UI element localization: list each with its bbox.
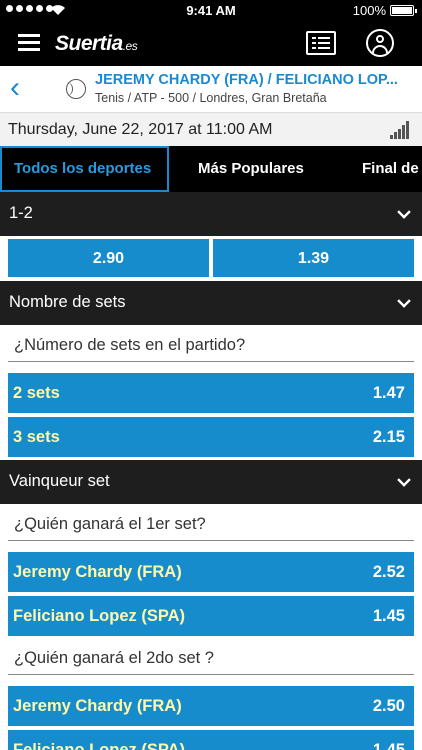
selection-button[interactable]: Feliciano Lopez (SPA) 1.45 <box>8 730 414 750</box>
odd-button-away[interactable]: 1.39 <box>213 239 414 277</box>
selection-odd: 1.45 <box>372 607 405 625</box>
odd-button-home[interactable]: 2.90 <box>8 239 209 277</box>
odd-value: 1.39 <box>297 250 330 267</box>
question-text: ¿Quién ganará el 2do set ? <box>14 649 214 667</box>
market-title: 1-2 <box>9 204 33 222</box>
tab-final-de[interactable]: Final de <box>362 146 419 192</box>
stats-bars-icon[interactable] <box>390 121 410 139</box>
question-text: ¿Quién ganará el 1er set? <box>14 515 206 533</box>
selection-name: Jeremy Chardy (FRA) <box>13 563 182 581</box>
status-bar: 9:41 AM 100% <box>0 0 422 22</box>
selection-odd: 1.47 <box>372 384 405 402</box>
odd-value: 2.90 <box>92 250 125 267</box>
selection-name: Feliciano Lopez (SPA) <box>13 607 186 625</box>
market-question: ¿Número de sets en el partido? <box>8 328 414 362</box>
back-arrow-icon[interactable]: ‹ <box>10 73 34 103</box>
chevron-down-icon <box>397 294 411 308</box>
menu-icon[interactable] <box>18 34 40 52</box>
tennis-ball-icon <box>66 79 86 99</box>
selection-button[interactable]: 3 sets 2.15 <box>8 417 414 457</box>
battery-icon <box>390 5 417 16</box>
market-question: ¿Quién ganará el 2do set ? <box>8 641 414 675</box>
chevron-down-icon <box>397 205 411 219</box>
market-header-nombre-de-sets[interactable]: Nombre de sets <box>0 281 422 325</box>
app-header: Suertia.es <box>0 22 422 66</box>
question-text: ¿Número de sets en el partido? <box>14 336 246 354</box>
bet-slip-icon[interactable] <box>306 31 336 55</box>
event-header: ‹ JEREMY CHARDY (FRA) / FELICIANO LOP...… <box>0 66 422 112</box>
selection-name: 3 sets <box>13 428 60 446</box>
selection-odd: 2.52 <box>372 563 405 581</box>
selection-odd: 2.50 <box>372 697 405 715</box>
event-date-row: Thursday, June 22, 2017 at 11:00 AM <box>0 112 422 146</box>
market-title: Nombre de sets <box>9 293 126 311</box>
logo[interactable]: Suertia.es <box>55 32 138 56</box>
market-header-vainqueur-set[interactable]: Vainqueur set <box>0 460 422 504</box>
selection-name: Feliciano Lopez (SPA) <box>13 741 186 750</box>
chevron-down-icon <box>397 473 411 487</box>
market-title: Vainqueur set <box>9 472 110 490</box>
selection-odd: 1.45 <box>372 741 405 750</box>
selection-button[interactable]: Jeremy Chardy (FRA) 2.52 <box>8 552 414 592</box>
selection-name: Jeremy Chardy (FRA) <box>13 697 182 715</box>
tab-mas-populares[interactable]: Más Populares <box>198 146 304 192</box>
selection-button[interactable]: Jeremy Chardy (FRA) 2.50 <box>8 686 414 726</box>
selection-odd: 2.15 <box>372 428 405 446</box>
market-tabs: Todos los deportes Más Populares Final d… <box>0 146 422 192</box>
logo-suffix: .es <box>122 39 138 53</box>
battery-percent: 100% <box>352 3 386 18</box>
selection-button[interactable]: 2 sets 1.47 <box>8 373 414 413</box>
selection-name: 2 sets <box>13 384 60 402</box>
logo-text: Suertia <box>55 32 123 55</box>
event-date: Thursday, June 22, 2017 at 11:00 AM <box>8 121 273 138</box>
market-question: ¿Quién ganará el 1er set? <box>8 507 414 541</box>
event-title: JEREMY CHARDY (FRA) / FELICIANO LOP... <box>95 72 398 88</box>
market-header-1-2[interactable]: 1-2 <box>0 192 422 236</box>
user-account-icon[interactable] <box>366 29 394 57</box>
selection-button[interactable]: Feliciano Lopez (SPA) 1.45 <box>8 596 414 636</box>
event-subtitle: Tenis / ATP - 500 / Londres, Gran Bretañ… <box>95 91 327 105</box>
tab-todos-los-deportes[interactable]: Todos los deportes <box>0 146 169 192</box>
